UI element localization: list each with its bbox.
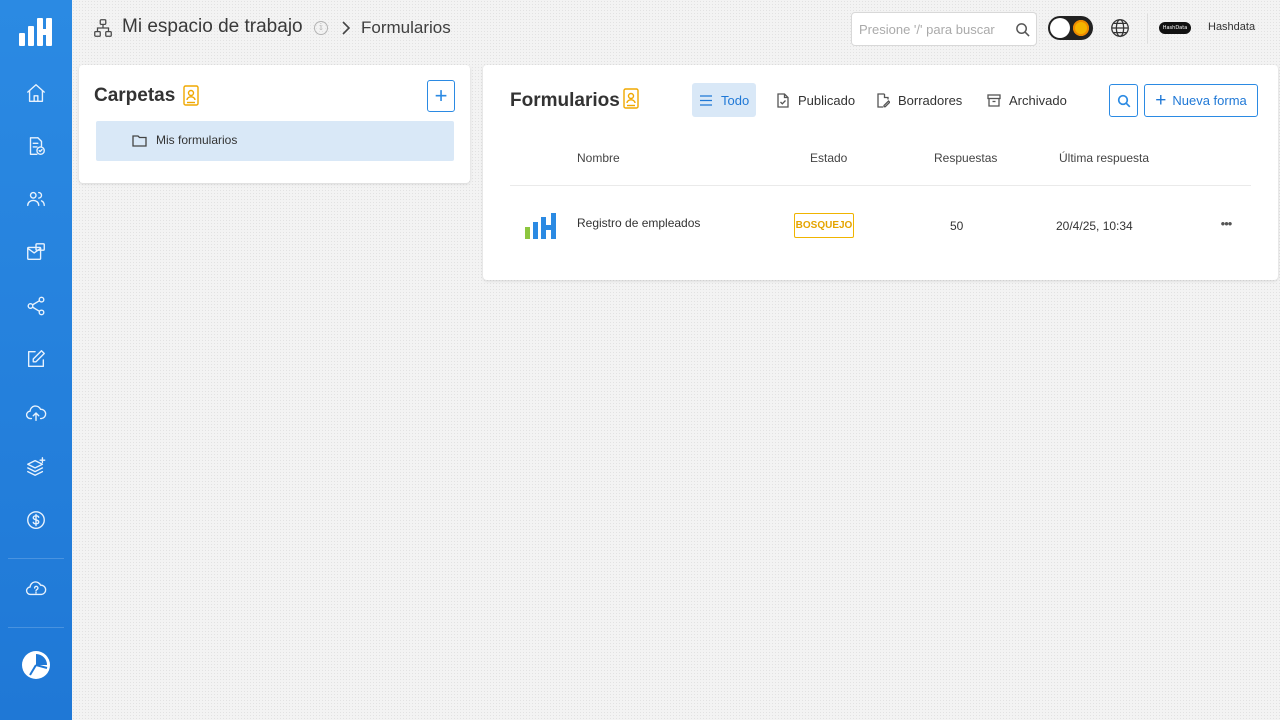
- tab-published[interactable]: Publicado: [769, 83, 862, 117]
- column-header-last-response[interactable]: Última respuesta: [1059, 151, 1149, 165]
- info-icon[interactable]: i: [314, 21, 328, 35]
- add-folder-button[interactable]: +: [427, 80, 455, 112]
- archive-icon: [987, 93, 1001, 107]
- breadcrumb-workspace[interactable]: Mi espacio de trabajo: [122, 16, 303, 38]
- tab-label: Archivado: [1009, 92, 1067, 108]
- chevron-right-icon: [340, 18, 352, 38]
- avatar[interactable]: HashData: [1159, 22, 1191, 34]
- sidebar-item-billing[interactable]: [20, 504, 52, 536]
- response-count: 50: [950, 219, 964, 233]
- workspace-tree-icon: [92, 17, 114, 39]
- sidebar-item-share[interactable]: [20, 290, 52, 322]
- top-header: Mi espacio de trabajo i Formularios Hash…: [72, 0, 1280, 58]
- table-divider: [510, 185, 1251, 186]
- pie-chart-icon[interactable]: [22, 651, 50, 679]
- draft-edit-icon: [877, 92, 890, 108]
- sidebar-item-upload[interactable]: [20, 397, 52, 429]
- share-icon: [27, 296, 45, 316]
- sun-icon: [1073, 20, 1089, 36]
- cloud-help-icon: [25, 581, 47, 596]
- plus-icon: +: [1155, 90, 1167, 111]
- sidebar-divider: [8, 558, 64, 559]
- folders-panel: Carpetas + Mis formularios: [79, 65, 470, 183]
- tab-label: Publicado: [798, 92, 856, 108]
- forms-title: Formularios: [510, 90, 620, 111]
- cloud-upload-icon: [25, 405, 47, 422]
- column-header-name[interactable]: Nombre: [577, 151, 620, 165]
- folders-title: Carpetas: [94, 85, 176, 106]
- sidebar-item-help[interactable]: [20, 572, 52, 604]
- home-icon: [27, 84, 45, 102]
- search-forms-button[interactable]: [1109, 84, 1138, 117]
- folder-icon: [132, 134, 147, 147]
- hashdata-logo[interactable]: [18, 16, 54, 48]
- status-badge: BOSQUEJO: [794, 213, 854, 238]
- breadcrumb-current: Formularios: [361, 18, 451, 37]
- sidebar-item-edit[interactable]: [20, 343, 52, 375]
- list-icon: [700, 94, 712, 106]
- tab-label: Todo: [721, 92, 750, 108]
- username[interactable]: Hashdata: [1208, 21, 1255, 33]
- search-icon: [1117, 94, 1130, 107]
- form-name[interactable]: Registro de empleados: [577, 216, 700, 230]
- form-logo: [525, 211, 561, 241]
- tab-all[interactable]: Todo: [692, 83, 757, 117]
- dollar-icon: [27, 511, 45, 529]
- sidebar-item-users[interactable]: [20, 183, 52, 215]
- sidebar-item-home[interactable]: [20, 77, 52, 109]
- search-icon[interactable]: [1015, 22, 1030, 37]
- search-input[interactable]: [852, 13, 1002, 45]
- sidebar-item-messages[interactable]: [20, 236, 52, 268]
- column-header-responses[interactable]: Respuestas: [934, 151, 997, 165]
- contact-book-icon: [622, 88, 640, 109]
- sidebar: [0, 0, 72, 720]
- sidebar-divider: [8, 627, 64, 628]
- last-response-date: 20/4/25, 10:34: [1056, 219, 1133, 233]
- tab-drafts[interactable]: Borradores: [869, 83, 969, 117]
- more-options-icon[interactable]: •••: [1216, 215, 1236, 235]
- toggle-knob: [1050, 18, 1070, 38]
- new-form-label: Nueva forma: [1172, 93, 1247, 108]
- tab-label: Borradores: [898, 92, 963, 108]
- document-check-icon: [777, 92, 789, 108]
- sidebar-item-layers[interactable]: [20, 451, 52, 483]
- folder-item[interactable]: Mis formularios: [96, 121, 454, 161]
- forms-panel: Formularios Todo Publicado Borradores Ar…: [483, 65, 1278, 280]
- mail-chat-icon: [27, 243, 45, 261]
- theme-toggle[interactable]: [1048, 16, 1093, 40]
- search-box: [851, 12, 1037, 46]
- globe-icon[interactable]: [1109, 17, 1131, 39]
- users-icon: [27, 191, 45, 207]
- folder-label: Mis formularios: [156, 133, 238, 147]
- header-divider: [1147, 14, 1148, 44]
- layers-icon: [27, 457, 46, 476]
- column-header-status[interactable]: Estado: [810, 151, 847, 165]
- contact-book-icon: [182, 85, 200, 106]
- tab-archived[interactable]: Archivado: [980, 83, 1074, 117]
- document-check-icon: [29, 137, 45, 155]
- edit-icon: [27, 350, 45, 368]
- new-form-button[interactable]: + Nueva forma: [1144, 84, 1258, 117]
- sidebar-item-forms[interactable]: [20, 130, 52, 162]
